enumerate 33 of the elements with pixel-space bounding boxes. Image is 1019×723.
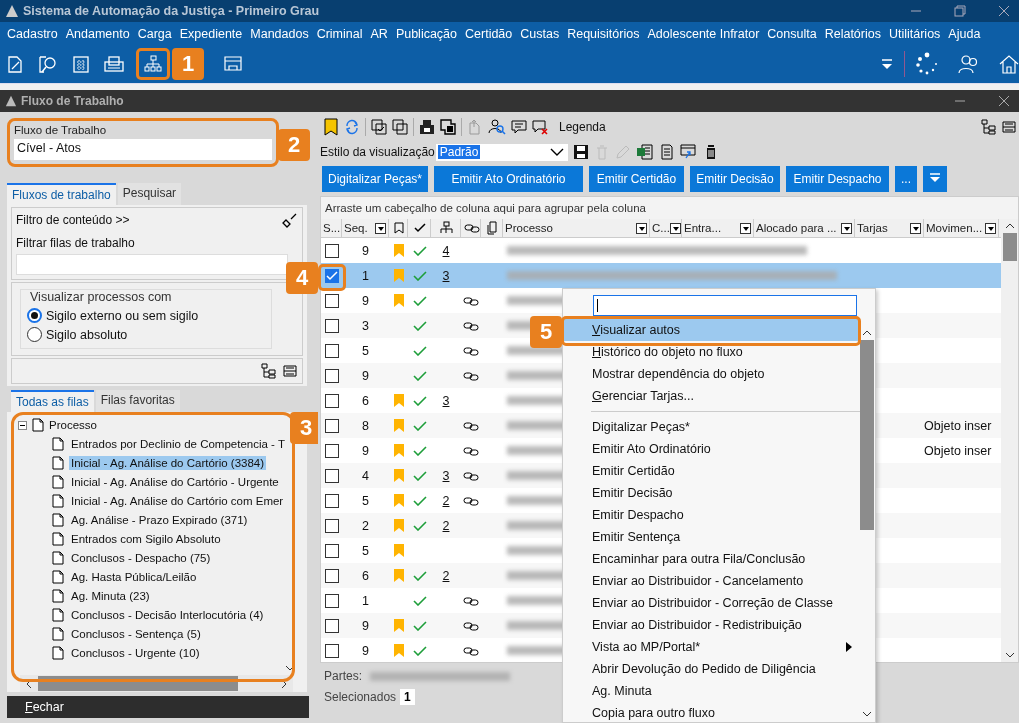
table-cell: 3 <box>362 318 369 333</box>
callout-badge: 3 <box>290 412 318 444</box>
field-label: Estilo da visualização <box>320 145 435 159</box>
window-title: Sistema de Automação da Justiça - Primeiro Grau <box>23 4 320 18</box>
table-cell: 9 <box>362 643 369 658</box>
field-label: Filtrar filas de trabalho <box>16 236 136 250</box>
table-cell: 9 <box>362 293 369 308</box>
table-cell: Objeto inser <box>924 443 992 458</box>
table-cell: 5 <box>362 543 369 558</box>
callout-badge: 2 <box>278 129 310 161</box>
table-cell: 1 <box>362 593 369 608</box>
table-cell: 9 <box>362 368 369 383</box>
table-cell: 1 <box>362 268 369 283</box>
callout-badge: 4 <box>286 262 318 294</box>
table-cell: 9 <box>362 618 369 633</box>
table-cell: 8 <box>362 418 369 433</box>
table-cell: 4 <box>362 468 369 483</box>
table-cell: 9 <box>362 443 369 458</box>
table-cell: Objeto inser <box>924 418 992 433</box>
callout-badge: 1 <box>172 48 204 80</box>
selected-count: 1 <box>400 689 415 705</box>
table-cell: 2 <box>362 518 369 533</box>
parts-label: Partes: <box>324 669 362 683</box>
callout-badge: 5 <box>530 316 562 348</box>
table-cell: 5 <box>362 343 369 358</box>
table-cell: 5 <box>362 493 369 508</box>
table-cell: 6 <box>362 568 369 583</box>
field-label: Fluxo de Trabalho <box>14 124 108 136</box>
table-cell: 9 <box>362 243 369 258</box>
subwindow-title: Fluxo de Trabalho <box>21 94 124 108</box>
selected-label: Selecionados <box>324 690 397 704</box>
group-by-hint: Arraste um cabeçalho de coluna aqui para agrupar pela coluna <box>324 201 647 216</box>
table-cell: 6 <box>362 393 369 408</box>
